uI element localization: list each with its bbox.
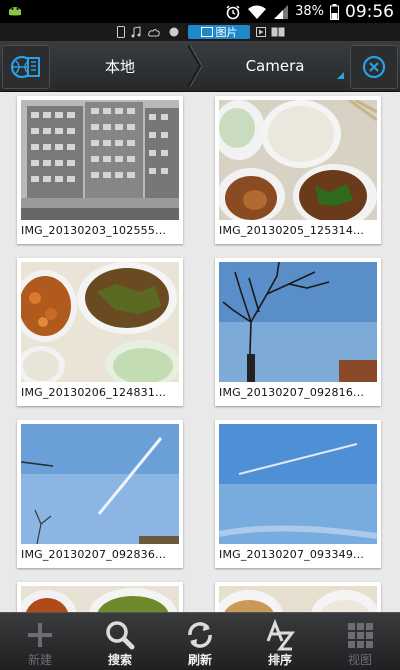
tab-pictures-label: 图片 — [215, 26, 238, 39]
image-card[interactable]: IMG_20130207_092816... — [215, 258, 381, 406]
bottom-toolbar: 新建 搜索 刷新 排序 视图 — [0, 612, 400, 670]
image-card[interactable]: IMG_20130205_125314... — [215, 96, 381, 244]
sort-button[interactable]: 排序 — [240, 613, 320, 670]
plus-icon — [28, 623, 52, 647]
image-filename: IMG_20130206_124831... — [21, 386, 167, 399]
image-thumbnail — [21, 424, 179, 544]
battery-icon — [330, 3, 339, 20]
film-icon[interactable] — [168, 27, 180, 37]
alarm-icon — [226, 4, 240, 19]
refresh-button-label: 刷新 — [187, 653, 212, 667]
refresh-icon — [188, 622, 212, 648]
close-button[interactable] — [350, 45, 398, 89]
picture-icon — [200, 27, 213, 37]
search-button-label: 搜索 — [107, 653, 132, 667]
image-thumbnail — [219, 586, 377, 612]
image-card[interactable]: IMG_20130207_092836... — [17, 420, 183, 568]
android-icon — [9, 7, 21, 16]
tab-pictures[interactable]: 图片 — [188, 25, 250, 39]
image-thumbnail — [21, 262, 179, 382]
image-thumbnail — [219, 424, 377, 544]
breadcrumb-item-local[interactable]: 本地 — [48, 45, 192, 87]
view-button[interactable]: 视图 — [320, 613, 400, 670]
panel-toggle-button[interactable] — [2, 45, 50, 89]
music-icon[interactable] — [131, 26, 141, 38]
sort-button-label: 排序 — [267, 653, 292, 667]
image-filename: IMG_20130207_093349... — [219, 548, 365, 561]
search-icon — [106, 621, 135, 650]
panel-toggle-icon — [11, 55, 40, 79]
breadcrumb-item-camera[interactable]: Camera — [198, 45, 352, 87]
image-thumbnail — [21, 100, 179, 220]
clock-time: 09:56 — [345, 1, 394, 22]
video-icon[interactable] — [256, 27, 266, 37]
image-thumbnail — [219, 100, 377, 220]
location-bar: 本地 Camera — [0, 41, 400, 92]
image-card[interactable]: IMG_20130206_124831... — [17, 258, 183, 406]
image-thumbnail — [21, 586, 179, 612]
image-thumbnail — [219, 262, 377, 382]
signal-icon — [274, 4, 289, 19]
image-card[interactable]: IMG_20130203_102555... — [17, 96, 183, 244]
image-filename: IMG_20130205_125314... — [219, 224, 365, 237]
dropdown-corner-icon — [337, 72, 344, 79]
category-tab-strip: 图片 — [0, 23, 400, 41]
cloud-icon[interactable] — [148, 27, 160, 37]
new-button[interactable]: 新建 — [0, 613, 80, 670]
search-button[interactable]: 搜索 — [80, 613, 160, 670]
image-filename: IMG_20130203_102555... — [21, 224, 167, 237]
new-button-label: 新建 — [27, 653, 52, 667]
wifi-icon — [248, 5, 267, 19]
image-grid: IMG_20130203_102555... IMG_20130205_1253… — [0, 92, 400, 612]
view-button-label: 视图 — [347, 653, 372, 667]
sort-az-icon — [266, 619, 295, 651]
close-circle-icon — [362, 55, 386, 79]
image-filename: IMG_20130207_092816... — [219, 386, 365, 399]
refresh-button[interactable]: 刷新 — [160, 613, 240, 670]
phone-icon[interactable] — [117, 26, 125, 38]
image-filename: IMG_20130207_092836... — [21, 548, 167, 561]
image-card[interactable]: IMG_20130207_093349... — [215, 420, 381, 568]
image-card[interactable] — [17, 582, 183, 612]
battery-percent: 38% — [295, 4, 324, 19]
grid-view-icon — [348, 623, 373, 648]
status-bar: 38% 09:56 — [0, 0, 400, 23]
book-icon[interactable] — [271, 27, 285, 37]
breadcrumb: 本地 Camera — [48, 45, 352, 87]
image-card[interactable] — [215, 582, 381, 612]
breadcrumb-item-camera-label: Camera — [245, 57, 305, 75]
